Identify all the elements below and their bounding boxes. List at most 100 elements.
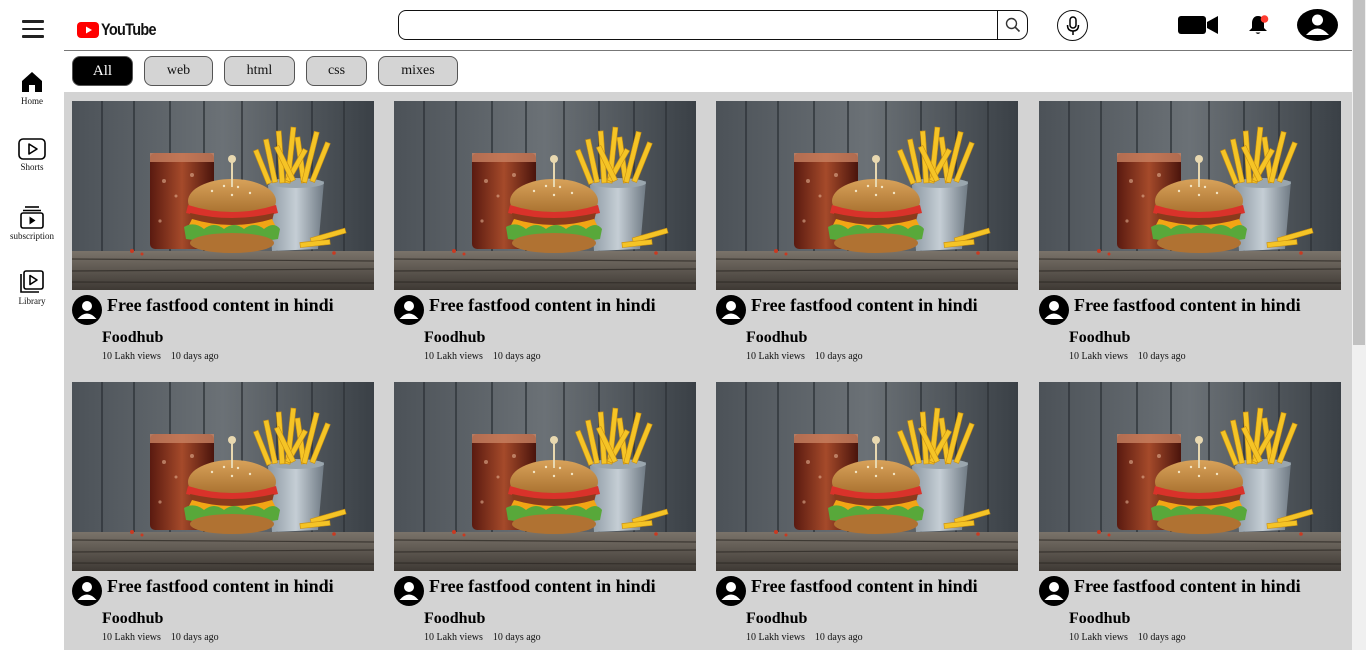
library-icon bbox=[20, 270, 44, 293]
upload-age: 10 days ago bbox=[170, 632, 219, 643]
microphone-icon bbox=[1066, 15, 1079, 35]
search-button[interactable] bbox=[997, 10, 1028, 40]
video-title[interactable]: Free fastfood content in hindi bbox=[751, 576, 978, 597]
view-count: 10 Lakh views bbox=[746, 351, 805, 362]
channel-avatar-icon[interactable] bbox=[716, 295, 746, 325]
view-count: 10 Lakh views bbox=[1069, 632, 1128, 643]
sidebar-item-shorts[interactable]: Shorts bbox=[0, 138, 64, 172]
scrollbar-thumb[interactable] bbox=[1353, 0, 1365, 345]
video-meta: 10 Lakh views 10 days ago bbox=[424, 632, 541, 643]
channel-name[interactable]: Foodhub bbox=[424, 610, 485, 628]
channel-name[interactable]: Foodhub bbox=[424, 329, 485, 347]
video-meta: 10 Lakh views 10 days ago bbox=[424, 351, 541, 362]
video-meta: 10 Lakh views 10 days ago bbox=[1069, 632, 1186, 643]
video-card[interactable]: Free fastfood content in hindi Foodhub 1… bbox=[1039, 382, 1341, 643]
filter-chips: All web html css mixes bbox=[72, 56, 458, 86]
video-title[interactable]: Free fastfood content in hindi bbox=[107, 295, 334, 316]
channel-name[interactable]: Foodhub bbox=[1069, 610, 1130, 628]
user-icon bbox=[1297, 9, 1338, 41]
channel-name[interactable]: Foodhub bbox=[102, 610, 163, 628]
video-title[interactable]: Free fastfood content in hindi bbox=[429, 295, 656, 316]
upload-age: 10 days ago bbox=[170, 351, 219, 362]
sidebar-item-home[interactable]: Home bbox=[0, 70, 64, 106]
sidebar-item-label: Home bbox=[21, 96, 43, 106]
video-title[interactable]: Free fastfood content in hindi bbox=[751, 295, 978, 316]
sidebar-item-label: subscription bbox=[10, 231, 54, 241]
sidebar: Home Shorts subscription Library bbox=[0, 0, 64, 650]
chip-web[interactable]: web bbox=[144, 56, 213, 86]
chip-all[interactable]: All bbox=[72, 56, 133, 86]
video-thumbnail[interactable] bbox=[72, 382, 374, 571]
video-card[interactable]: Free fastfood content in hindi Foodhub 1… bbox=[394, 382, 696, 643]
upload-age: 10 days ago bbox=[492, 351, 541, 362]
video-title[interactable]: Free fastfood content in hindi bbox=[107, 576, 334, 597]
youtube-logo[interactable]: YouTube bbox=[77, 20, 166, 40]
video-title[interactable]: Free fastfood content in hindi bbox=[429, 576, 656, 597]
header-divider bbox=[64, 50, 1352, 51]
video-meta: 10 Lakh views 10 days ago bbox=[746, 632, 863, 643]
view-count: 10 Lakh views bbox=[102, 632, 161, 643]
upload-age: 10 days ago bbox=[814, 351, 863, 362]
video-camera-icon bbox=[1178, 16, 1218, 34]
channel-avatar-icon[interactable] bbox=[394, 295, 424, 325]
youtube-logo-text: YouTube bbox=[101, 20, 157, 39]
menu-icon[interactable] bbox=[22, 20, 46, 42]
video-thumbnail[interactable] bbox=[716, 382, 1018, 571]
channel-name[interactable]: Foodhub bbox=[102, 329, 163, 347]
view-count: 10 Lakh views bbox=[1069, 351, 1128, 362]
voice-search-button[interactable] bbox=[1057, 10, 1088, 41]
view-count: 10 Lakh views bbox=[102, 351, 161, 362]
video-thumbnail[interactable] bbox=[716, 101, 1018, 290]
chip-css[interactable]: css bbox=[306, 56, 367, 86]
youtube-logo-icon bbox=[77, 22, 99, 38]
view-count: 10 Lakh views bbox=[746, 632, 805, 643]
channel-name[interactable]: Foodhub bbox=[1069, 329, 1130, 347]
notifications-button[interactable] bbox=[1247, 14, 1271, 41]
shorts-icon bbox=[18, 138, 46, 160]
video-meta: 10 Lakh views 10 days ago bbox=[1069, 351, 1186, 362]
channel-name[interactable]: Foodhub bbox=[746, 329, 807, 347]
view-count: 10 Lakh views bbox=[424, 351, 483, 362]
channel-avatar-icon[interactable] bbox=[716, 576, 746, 606]
video-card[interactable]: Free fastfood content in hindi Foodhub 1… bbox=[394, 101, 696, 362]
video-thumbnail[interactable] bbox=[394, 101, 696, 290]
page-scrollbar[interactable] bbox=[1352, 0, 1366, 650]
video-thumbnail[interactable] bbox=[1039, 101, 1341, 290]
sidebar-item-label: Library bbox=[18, 296, 46, 306]
video-thumbnail[interactable] bbox=[394, 382, 696, 571]
upload-age: 10 days ago bbox=[1137, 351, 1186, 362]
video-card[interactable]: Free fastfood content in hindi Foodhub 1… bbox=[72, 382, 374, 643]
channel-avatar-icon[interactable] bbox=[72, 576, 102, 606]
channel-avatar-icon[interactable] bbox=[1039, 295, 1069, 325]
channel-name[interactable]: Foodhub bbox=[746, 610, 807, 628]
home-icon bbox=[22, 72, 42, 92]
video-meta: 10 Lakh views 10 days ago bbox=[746, 351, 863, 362]
search-input[interactable] bbox=[398, 10, 998, 40]
upload-age: 10 days ago bbox=[492, 632, 541, 643]
bell-icon bbox=[1249, 15, 1269, 34]
channel-avatar-icon[interactable] bbox=[1039, 576, 1069, 606]
create-video-button[interactable] bbox=[1178, 15, 1218, 40]
video-card[interactable]: Free fastfood content in hindi Foodhub 1… bbox=[716, 101, 1018, 362]
sidebar-item-subscription[interactable]: subscription bbox=[0, 205, 64, 241]
chip-mixes[interactable]: mixes bbox=[378, 56, 458, 86]
chip-html[interactable]: html bbox=[224, 56, 295, 86]
sidebar-item-label: Shorts bbox=[20, 162, 44, 172]
sidebar-item-library[interactable]: Library bbox=[0, 270, 64, 306]
video-card[interactable]: Free fastfood content in hindi Foodhub 1… bbox=[716, 382, 1018, 643]
video-thumbnail[interactable] bbox=[72, 101, 374, 290]
upload-age: 10 days ago bbox=[814, 632, 863, 643]
channel-avatar-icon[interactable] bbox=[72, 295, 102, 325]
account-avatar[interactable] bbox=[1297, 9, 1338, 46]
view-count: 10 Lakh views bbox=[424, 632, 483, 643]
video-card[interactable]: Free fastfood content in hindi Foodhub 1… bbox=[1039, 101, 1341, 362]
video-title[interactable]: Free fastfood content in hindi bbox=[1074, 576, 1301, 597]
video-card[interactable]: Free fastfood content in hindi Foodhub 1… bbox=[72, 101, 374, 362]
video-title[interactable]: Free fastfood content in hindi bbox=[1074, 295, 1301, 316]
upload-age: 10 days ago bbox=[1137, 632, 1186, 643]
channel-avatar-icon[interactable] bbox=[394, 576, 424, 606]
video-meta: 10 Lakh views 10 days ago bbox=[102, 351, 219, 362]
video-grid: Free fastfood content in hindi Foodhub 1… bbox=[64, 92, 1352, 650]
subscription-icon bbox=[20, 206, 44, 229]
video-thumbnail[interactable] bbox=[1039, 382, 1341, 571]
